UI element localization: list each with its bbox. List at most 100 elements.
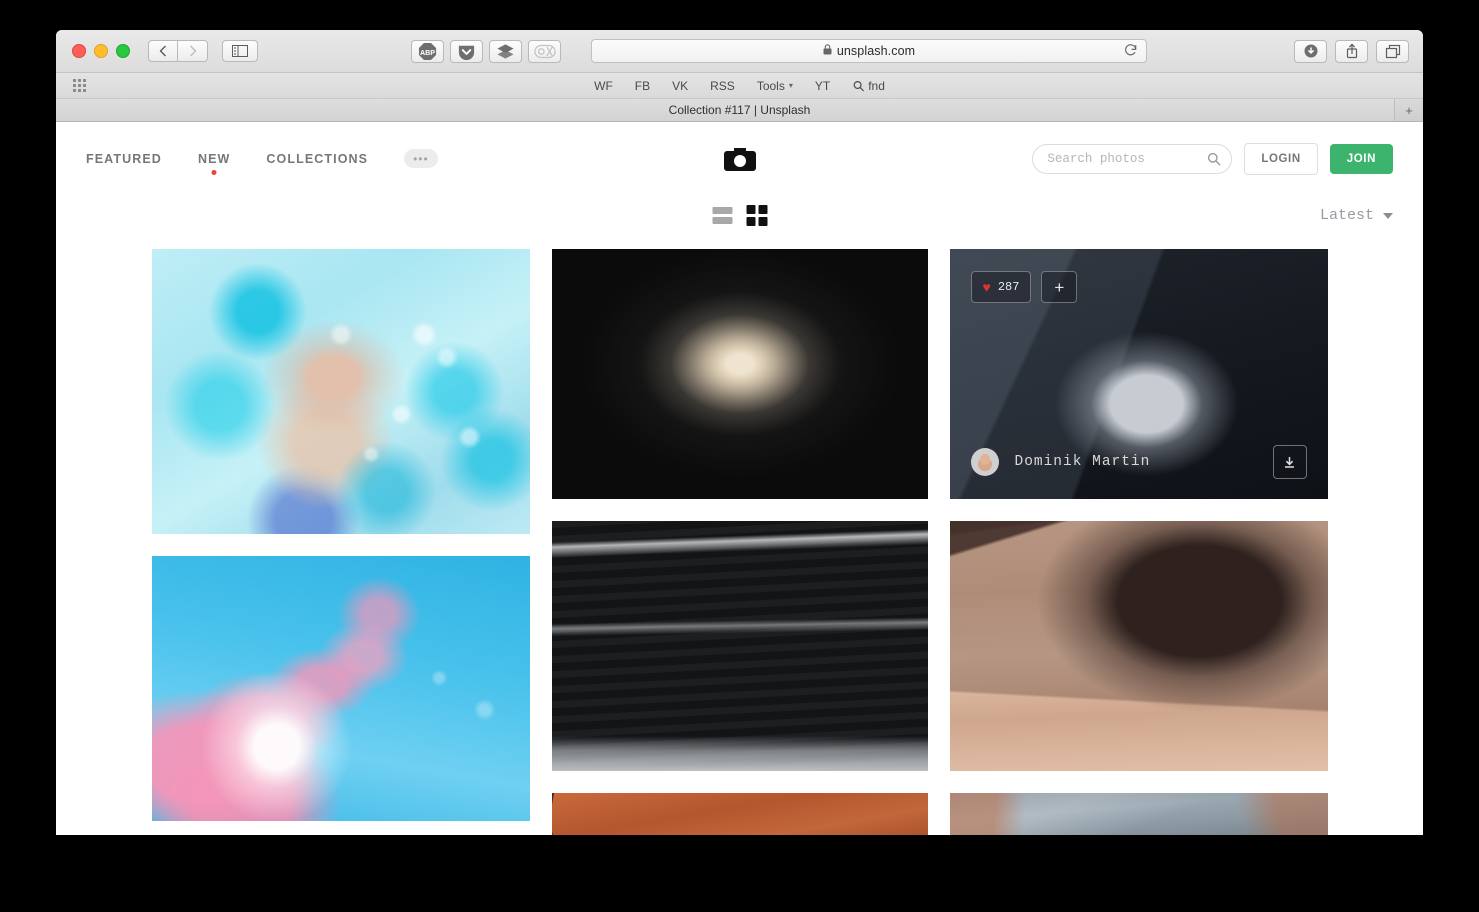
lock-icon: [823, 44, 832, 58]
adblock-plus-icon[interactable]: ABP: [411, 39, 444, 63]
show-tabs-button[interactable]: [1376, 39, 1409, 63]
login-button[interactable]: LOGIN: [1244, 142, 1318, 175]
url-text: unsplash.com: [836, 44, 916, 58]
toolbar-right-buttons: [1294, 39, 1409, 63]
photo-dark-ocean[interactable]: [551, 521, 928, 771]
bookmark-label: WF: [594, 78, 613, 93]
photo-image: [151, 556, 530, 821]
photo-red-rock[interactable]: [551, 793, 928, 835]
download-icon: [1285, 456, 1294, 468]
photo-column-2: [551, 249, 928, 835]
plus-icon: +: [1054, 277, 1065, 297]
downloads-button[interactable]: [1294, 39, 1327, 63]
bookmark-yt[interactable]: YT: [815, 79, 830, 93]
search-icon[interactable]: [1207, 152, 1221, 166]
chevron-right-icon: [189, 45, 196, 57]
show-all-bookmarks-icon[interactable]: [73, 79, 86, 92]
reload-icon: [1125, 44, 1137, 56]
bookmark-label: Tools: [756, 78, 785, 93]
nav-item-new[interactable]: NEW: [197, 151, 231, 175]
bookmark-label: FB: [634, 78, 651, 93]
window-controls: [72, 44, 130, 58]
view-controls: Latest: [56, 195, 1423, 249]
search-box[interactable]: [1032, 143, 1233, 174]
browser-toolbar: ABP unsplash.com: [56, 30, 1423, 73]
camera-icon: [723, 147, 756, 171]
header-actions: LOGIN JOIN: [1032, 142, 1393, 175]
list-view-icon[interactable]: [712, 207, 732, 224]
address-bar[interactable]: unsplash.com: [591, 39, 1147, 63]
search-icon: [853, 80, 864, 91]
view-mode-toggle: [712, 205, 767, 226]
bookmark-find[interactable]: fnd: [852, 79, 885, 93]
sort-label: Latest: [1319, 207, 1374, 224]
sidebar-icon: [232, 45, 248, 57]
bookmark-wf[interactable]: WF: [594, 79, 613, 93]
close-window-button[interactable]: [72, 44, 86, 58]
camera-logo[interactable]: [723, 146, 757, 172]
photo-footer: Dominik Martin: [970, 445, 1307, 479]
sort-dropdown[interactable]: Latest: [1320, 207, 1393, 224]
svg-text:ABP: ABP: [420, 48, 435, 56]
photo-grid: ♥ 287 + Dominik Martin: [56, 249, 1423, 835]
sidebar-toggle-button[interactable]: [222, 40, 258, 62]
pocket-save-icon: [458, 45, 475, 60]
forward-button[interactable]: [178, 40, 208, 62]
photo-underwater-swimmer[interactable]: [151, 249, 530, 534]
photo-white-rose[interactable]: [551, 249, 928, 499]
maximize-window-button[interactable]: [116, 44, 130, 58]
chevron-down-icon: ▾: [788, 81, 793, 90]
photo-author[interactable]: Dominik Martin: [970, 448, 1151, 476]
bookmark-label: YT: [814, 78, 831, 93]
nav-more-button[interactable]: •••: [404, 149, 438, 168]
nav-item-collections[interactable]: COLLECTIONS: [266, 152, 368, 166]
bookmark-items: WF FB VK RSS Tools ▾ YT fnd: [594, 79, 885, 93]
bookmark-label: VK: [672, 78, 689, 93]
okx-badge-icon: [533, 44, 556, 58]
photo-image: [551, 793, 928, 835]
nav-item-new-label: NEW: [197, 151, 231, 166]
bookmarks-bar: WF FB VK RSS Tools ▾ YT fnd: [56, 73, 1423, 99]
bookmark-fb[interactable]: FB: [635, 79, 650, 93]
heart-icon: ♥: [982, 279, 991, 295]
add-to-collection-button[interactable]: +: [1041, 271, 1078, 303]
new-tab-button[interactable]: +: [1394, 99, 1423, 121]
stack-icon: [497, 43, 514, 59]
bookmark-tools[interactable]: Tools ▾: [757, 79, 793, 93]
download-icon: [1304, 44, 1317, 58]
padlock-icon: [823, 44, 832, 55]
nav-item-featured[interactable]: FEATURED: [86, 152, 162, 166]
page-content: FEATURED NEW COLLECTIONS ••• Search phot…: [56, 122, 1423, 835]
photo-white-sneakers[interactable]: ♥ 287 + Dominik Martin: [949, 249, 1328, 499]
new-indicator-dot: [211, 169, 217, 175]
screen: ABP unsplash.com WF FB VK RSS Tools ▾ YT…: [0, 0, 1479, 912]
author-name: Dominik Martin: [1014, 454, 1151, 470]
minimize-window-button[interactable]: [94, 44, 108, 58]
grid-view-icon[interactable]: [746, 205, 767, 226]
like-button[interactable]: ♥ 287: [970, 271, 1032, 303]
layers-icon[interactable]: [489, 39, 522, 63]
photo-cherry-blossom[interactable]: [151, 556, 530, 821]
back-button[interactable]: [148, 40, 178, 62]
magnifier-icon: [1208, 152, 1221, 166]
photo-sand-dunes[interactable]: [949, 521, 1328, 771]
photo-column-1: [151, 249, 530, 835]
share-button[interactable]: [1335, 39, 1368, 63]
photo-mountain-terrain[interactable]: [949, 793, 1328, 835]
pocket-icon[interactable]: [450, 39, 483, 63]
photo-image: [949, 521, 1328, 771]
photo-image: [551, 521, 928, 771]
search-input[interactable]: [1045, 150, 1200, 167]
browser-window: ABP unsplash.com WF FB VK RSS Tools ▾ YT…: [56, 30, 1423, 835]
avatar: [970, 448, 999, 476]
active-tab-title[interactable]: Collection #117 | Unsplash: [669, 103, 811, 117]
join-button[interactable]: JOIN: [1329, 143, 1393, 174]
bookmark-vk[interactable]: VK: [672, 79, 688, 93]
share-icon: [1346, 43, 1357, 59]
download-photo-button[interactable]: [1272, 445, 1307, 479]
reload-button[interactable]: [1124, 43, 1138, 59]
tabs-overview-icon: [1385, 44, 1400, 58]
extension-buttons: ABP: [411, 39, 561, 63]
bookmark-rss[interactable]: RSS: [710, 79, 735, 93]
okx-icon[interactable]: [528, 39, 561, 63]
